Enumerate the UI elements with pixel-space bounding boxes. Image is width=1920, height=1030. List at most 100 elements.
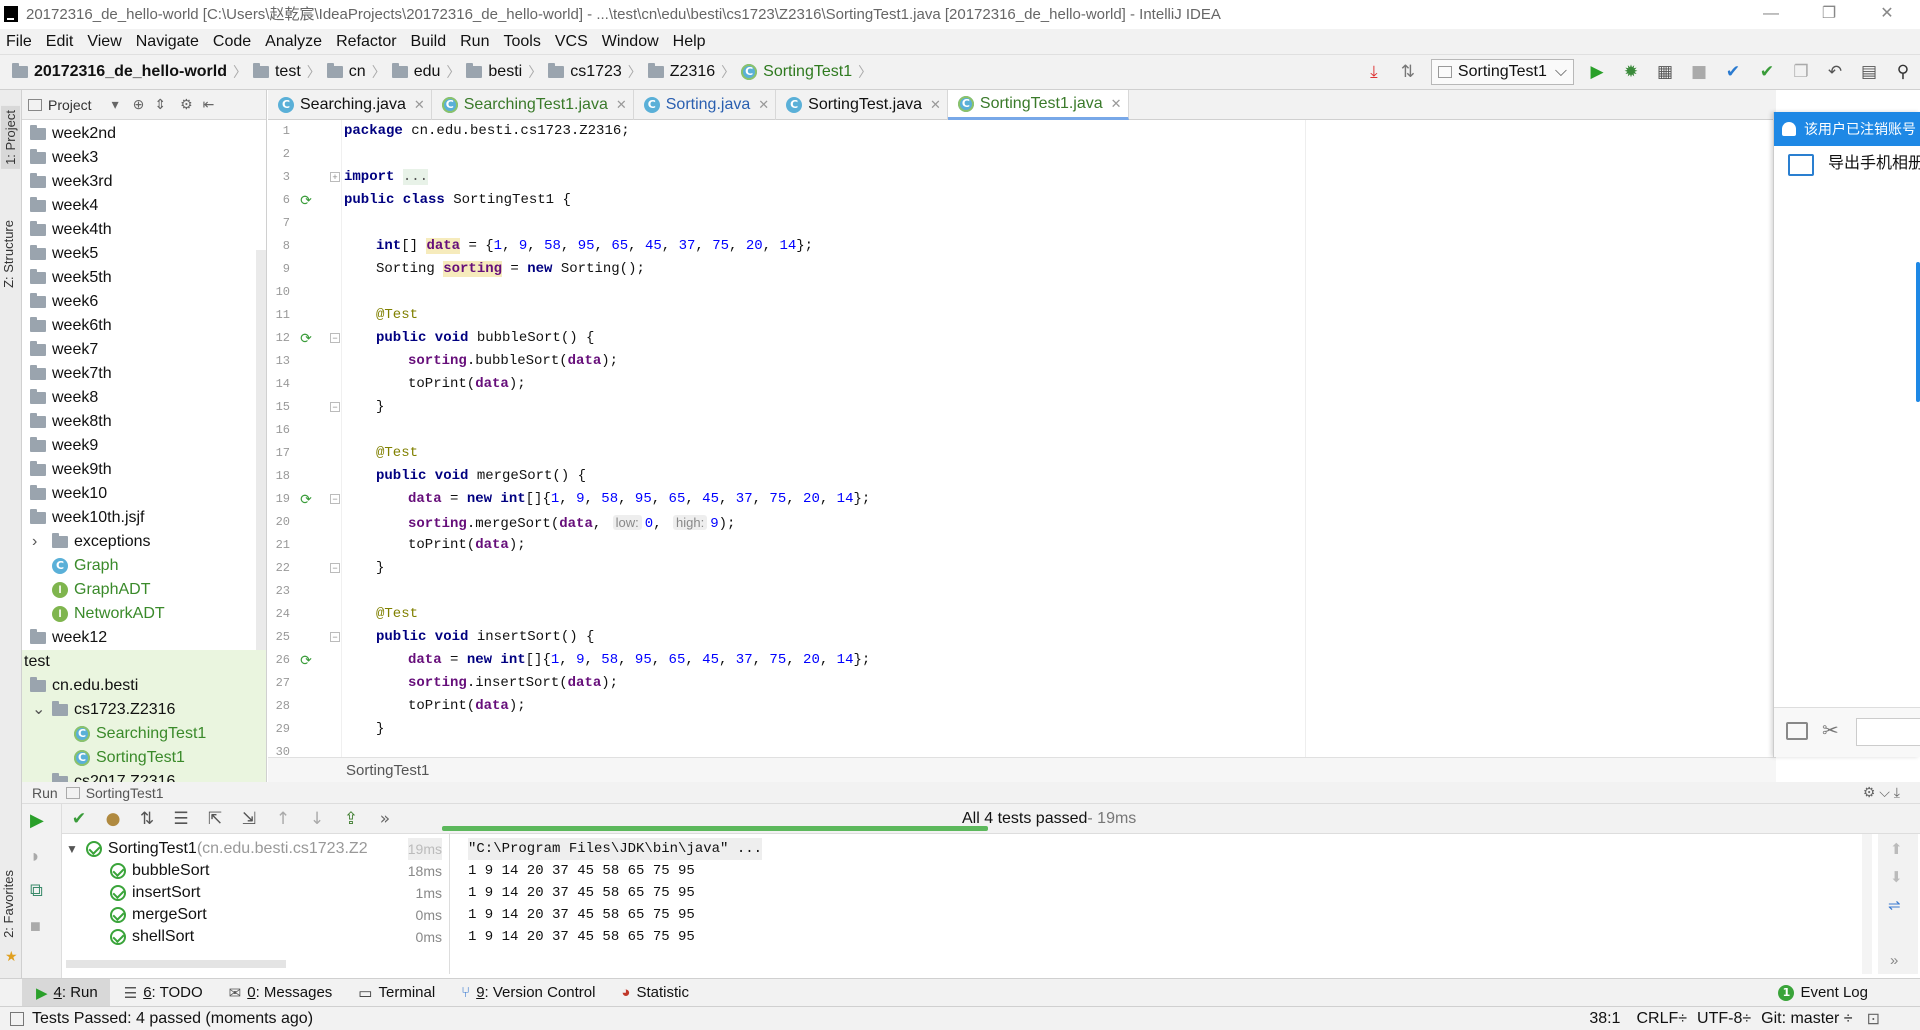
menu-view[interactable]: View: [79, 29, 127, 54]
status-toggle-icon[interactable]: [10, 1011, 24, 1026]
caret-position[interactable]: 38:1: [1589, 1010, 1620, 1028]
more-icon[interactable]: »: [1890, 952, 1898, 969]
menu-file[interactable]: File: [0, 29, 38, 54]
test-row[interactable]: shellSort 0ms: [110, 926, 446, 948]
menu-window[interactable]: Window: [594, 29, 665, 54]
project-tree-item[interactable]: › exceptions: [22, 530, 266, 554]
project-tree-item[interactable]: week3rd: [22, 170, 266, 194]
project-tree-item[interactable]: week9th: [22, 458, 266, 482]
sort-icon[interactable]: ⇅: [1396, 60, 1420, 84]
project-tree-item[interactable]: week6th: [22, 314, 266, 338]
fold-icon[interactable]: −: [330, 632, 340, 642]
tab-structure[interactable]: Z: Structure: [1, 220, 16, 288]
project-tree-item[interactable]: week10: [22, 482, 266, 506]
breadcrumb-cn[interactable]: cn 〉: [326, 54, 392, 90]
project-tree-item[interactable]: ⌄ cs2017.Z2316: [22, 770, 266, 782]
fold-icon[interactable]: −: [330, 333, 340, 343]
gear-icon[interactable]: ⚙ ⌵ ⤓: [1863, 784, 1900, 801]
expand-all-icon[interactable]: ⇱: [203, 807, 227, 831]
close-button[interactable]: ✕: [1864, 0, 1910, 29]
console-scrollbar[interactable]: [1862, 834, 1872, 974]
code-editor[interactable]: package cn.edu.besti.cs1723.Z2316; impor…: [344, 120, 1776, 757]
breadcrumb-besti[interactable]: besti 〉: [466, 54, 548, 90]
revert-icon[interactable]: ↶: [1823, 60, 1847, 84]
breadcrumb-cs1723[interactable]: cs1723 〉: [548, 54, 648, 90]
run-test-gutter-icon[interactable]: ⟳: [298, 192, 314, 208]
stop-icon[interactable]: ■: [30, 916, 41, 937]
export-icon[interactable]: ⇪: [339, 807, 363, 831]
up-icon[interactable]: ⬆: [1890, 840, 1903, 858]
build-icon[interactable]: ⤓: [1362, 60, 1386, 84]
notification-header[interactable]: 该用户已注销账号: [1774, 112, 1920, 146]
test-row[interactable]: bubbleSort 18ms: [110, 860, 446, 882]
project-tree-item[interactable]: week8: [22, 386, 266, 410]
project-tree-item[interactable]: I NetworkADT: [22, 602, 266, 626]
menu-build[interactable]: Build: [403, 29, 453, 54]
close-tab-icon[interactable]: ✕: [414, 97, 425, 113]
gear-icon[interactable]: ⚙: [180, 96, 193, 113]
breadcrumb-z2316[interactable]: Z2316 〉: [647, 54, 741, 90]
project-tree-item[interactable]: week7th: [22, 362, 266, 386]
chevron-right-icon[interactable]: ›: [32, 530, 37, 554]
breadcrumb-test[interactable]: test 〉: [252, 54, 327, 90]
folder-icon[interactable]: [1786, 722, 1808, 740]
rerun-passed-icon[interactable]: ✔: [67, 807, 91, 831]
vcs-compare-icon[interactable]: ❐: [1789, 60, 1813, 84]
project-tree-item[interactable]: week2nd: [22, 122, 266, 146]
line-separator[interactable]: CRLF÷: [1636, 1010, 1687, 1028]
editor-tab[interactable]: C Searching.java ✕: [268, 90, 432, 120]
show-ignored-icon[interactable]: ●: [101, 807, 125, 831]
project-tree-item[interactable]: test: [22, 650, 266, 674]
chevron-down-icon[interactable]: ⌄: [32, 698, 45, 722]
fold-icon[interactable]: −: [330, 563, 340, 573]
pin-icon[interactable]: ⧉: [30, 880, 43, 901]
breadcrumb-sortingtest1[interactable]: C SortingTest1 〉: [741, 54, 878, 90]
project-tree-item[interactable]: week10th.jsjf: [22, 506, 266, 530]
run-tab-sortingtest1[interactable]: SortingTest1: [86, 785, 164, 801]
project-tree-item[interactable]: week5th: [22, 266, 266, 290]
close-tab-icon[interactable]: ✕: [616, 97, 627, 113]
sort-duration-icon[interactable]: ☰: [169, 807, 193, 831]
toggle-auto-test-icon[interactable]: ◗: [30, 846, 41, 867]
editor-tab[interactable]: C SortingTest.java ✕: [776, 90, 948, 120]
coverage-icon[interactable]: ▦: [1653, 60, 1677, 84]
locate-icon[interactable]: ⊕: [133, 96, 145, 113]
collapse-all-icon[interactable]: ⇲: [237, 807, 261, 831]
editor-tab[interactable]: C SortingTest1.java ✕: [947, 90, 1129, 120]
hide-icon[interactable]: ⇤: [203, 96, 215, 113]
close-tab-icon[interactable]: ✕: [930, 97, 941, 113]
tool-window-statistic[interactable]: ◕ Statistic: [607, 979, 701, 1007]
project-tree-item[interactable]: cn.edu.besti: [22, 674, 266, 698]
debug-icon[interactable]: ✹: [1619, 60, 1643, 84]
menu-refactor[interactable]: Refactor: [328, 29, 402, 54]
run-test-gutter-icon[interactable]: ⟳: [298, 330, 314, 346]
vcs-commit-icon[interactable]: ✔: [1755, 60, 1779, 84]
minimize-button[interactable]: —: [1748, 0, 1794, 29]
tool-window-todo[interactable]: ☰ 6: TODO: [110, 979, 215, 1007]
console-output[interactable]: "C:\Program Files\JDK\bin\java" ... 1 9 …: [452, 834, 1872, 974]
project-tree-item[interactable]: C SearchingTest1: [22, 722, 266, 746]
project-tree-item[interactable]: C Graph: [22, 554, 266, 578]
project-tree-item[interactable]: week4: [22, 194, 266, 218]
menu-navigate[interactable]: Navigate: [128, 29, 205, 54]
fold-icon[interactable]: −: [330, 494, 340, 504]
editor-tab[interactable]: C Sorting.java ✕: [634, 90, 777, 120]
project-scrollbar[interactable]: [256, 250, 266, 650]
run-test-gutter-icon[interactable]: ⟳: [298, 652, 314, 668]
test-suite-row[interactable]: ▼ SortingTest1 (cn.edu.besti.cs1723.Z2 1…: [66, 838, 446, 860]
menu-vcs[interactable]: VCS: [547, 29, 594, 54]
tab-project[interactable]: 1: Project: [1, 106, 20, 169]
run-config-select[interactable]: SortingTest1 ⌵: [1430, 59, 1574, 85]
tool-window-messages[interactable]: ✉ 0: Messages: [215, 979, 345, 1007]
scissors-icon[interactable]: ✂: [1822, 718, 1839, 743]
notification-input[interactable]: [1856, 718, 1920, 746]
project-tree-item[interactable]: week3: [22, 146, 266, 170]
project-tree-item[interactable]: week8th: [22, 410, 266, 434]
close-tab-icon[interactable]: ✕: [758, 97, 769, 113]
previous-icon[interactable]: ↑: [271, 807, 295, 831]
project-tree-item[interactable]: C SortingTest1: [22, 746, 266, 770]
project-tree-item[interactable]: week6: [22, 290, 266, 314]
test-row[interactable]: mergeSort 0ms: [110, 904, 446, 926]
tool-window-versioncontrol[interactable]: ⑂ 9: Version Control: [447, 979, 607, 1007]
status-message[interactable]: Tests Passed: 4 passed (moments ago): [32, 1010, 313, 1028]
